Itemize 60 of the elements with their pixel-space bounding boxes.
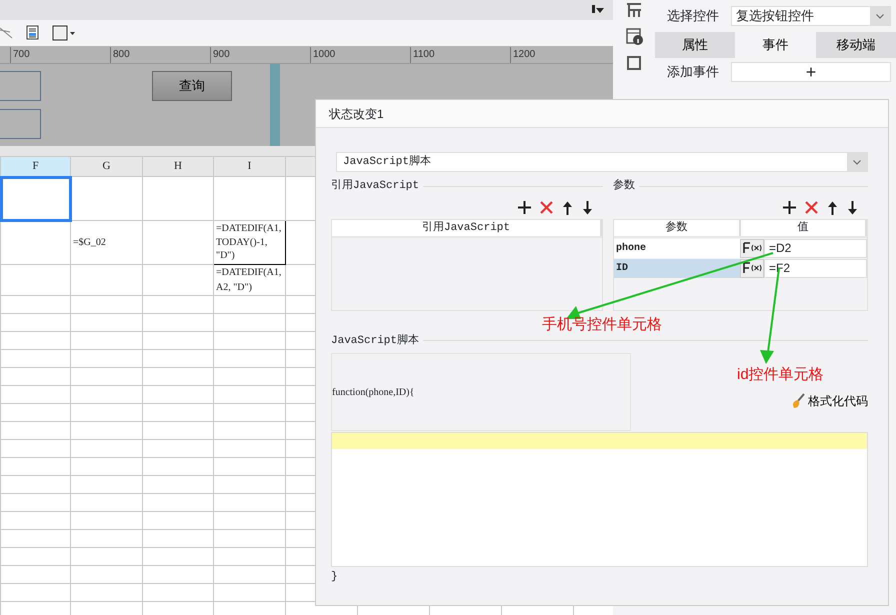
- query-button[interactable]: 查询: [152, 71, 232, 101]
- add-event-label: 添加事件: [667, 62, 719, 81]
- column-header: 值: [740, 220, 867, 236]
- info-sheet-icon[interactable]: [626, 28, 642, 45]
- arrow-down-icon[interactable]: [582, 200, 593, 214]
- select-control-label: 选择控件: [667, 7, 719, 26]
- column-header[interactable]: H: [142, 156, 214, 176]
- annotation-text: 手机号控件单元格: [542, 317, 662, 332]
- control-select[interactable]: 复选按钮控件: [731, 6, 891, 26]
- ruler-label: 1200: [510, 47, 536, 63]
- selected-cell[interactable]: [0, 176, 70, 220]
- document-icon[interactable]: [26, 25, 40, 41]
- section-title: 参数: [613, 178, 635, 194]
- table-cell: =DATEDIF(A1, A2, "D"): [214, 264, 286, 296]
- add-icon[interactable]: [783, 200, 796, 214]
- column-header[interactable]: F: [0, 156, 70, 176]
- format-code-button[interactable]: 格式化代码: [790, 392, 868, 410]
- layout-icon[interactable]: [626, 2, 642, 18]
- column-header[interactable]: G: [70, 156, 142, 176]
- table-cell: =$G_02: [70, 220, 142, 264]
- section-title: JavaScript脚本: [331, 333, 420, 348]
- panel-tab[interactable]: 属性: [655, 32, 736, 58]
- widget-outline: [0, 109, 41, 139]
- formula-button[interactable]: [740, 258, 764, 278]
- ruler-label: 700: [10, 47, 30, 63]
- ruler-label: 1100: [410, 47, 435, 63]
- corner-dropdown-icon[interactable]: [591, 5, 605, 15]
- frame-icon[interactable]: [626, 55, 642, 71]
- section-title: 引用JavaScript: [331, 178, 420, 194]
- param-name[interactable]: ID: [614, 258, 740, 278]
- function-footer: }: [331, 569, 868, 586]
- brush-icon: [790, 393, 806, 409]
- table-cell: =DATEDIF(A1, TODAY()-1, "D"): [214, 220, 286, 264]
- param-value-field[interactable]: =F2: [764, 258, 867, 278]
- dialog-title: 状态改变1: [329, 107, 384, 121]
- annotation-text: id控件单元格: [737, 367, 824, 382]
- column-header: 参数: [614, 220, 740, 236]
- widget-outline: [0, 71, 41, 101]
- arrow-up-icon[interactable]: [562, 200, 573, 214]
- ruler-label: 1000: [310, 47, 336, 63]
- ruler-label: 800: [110, 47, 130, 63]
- ruler-label: 900: [210, 47, 230, 63]
- chevron-down-icon[interactable]: [853, 160, 861, 164]
- fan-icon[interactable]: [0, 26, 14, 40]
- param-value-field[interactable]: =D2: [764, 238, 867, 258]
- add-icon[interactable]: [518, 200, 531, 214]
- arrow-down-icon[interactable]: [847, 200, 858, 214]
- formula-button[interactable]: [740, 238, 764, 258]
- border-dropdown-icon[interactable]: [52, 25, 76, 41]
- function-header: function(phone,ID){: [332, 386, 414, 400]
- action-type-select[interactable]: JavaScript脚本: [336, 152, 868, 172]
- column-header: 引用JavaScript: [332, 220, 602, 236]
- add-event-button[interactable]: +: [731, 62, 891, 82]
- chevron-down-icon[interactable]: [876, 14, 884, 18]
- column-header[interactable]: I: [214, 156, 286, 176]
- delete-icon[interactable]: [540, 200, 553, 214]
- param-name[interactable]: phone: [614, 238, 740, 258]
- delete-icon[interactable]: [805, 200, 818, 214]
- panel-tab[interactable]: 移动端: [816, 32, 896, 58]
- arrow-up-icon[interactable]: [827, 200, 838, 214]
